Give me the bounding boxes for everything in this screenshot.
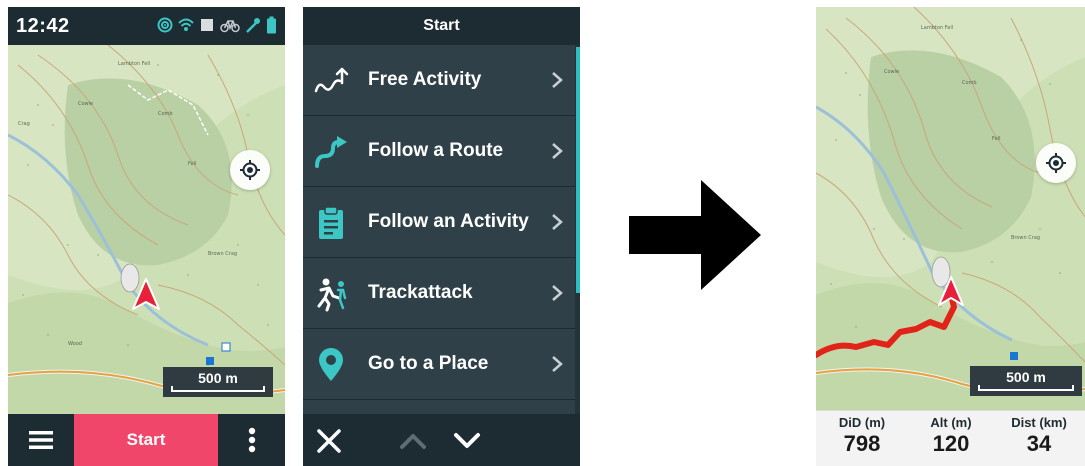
chevron-right-icon [552,356,563,372]
menu-item-go-to-place[interactable]: Go to a Place [303,329,575,400]
data-fields-panel: DiD (m) 798 Alt (m) 120 Dist (km) 34 [816,410,1085,466]
activity-screen: Lambton FellCowieComb FellBrown CragYew … [816,7,1085,466]
topo-map: Lambton FellCowieComb FellBrown CragYew … [816,7,1085,410]
page-title: Start [303,7,580,45]
start-menu-screen: Start Free Activity Follow a Route Follo… [303,7,580,466]
field-value: 120 [932,431,970,456]
menu-item-partial[interactable] [303,400,575,414]
svg-text:Brown Crag: Brown Crag [208,251,237,257]
clipboard-icon [319,206,343,239]
menu-item-label: Trackattack [368,282,473,303]
bike-icon [220,16,240,34]
position-arrow-icon [937,275,965,309]
topo-map: Lambton Fell Cowie Comb Crag Fell Brown Crag… [8,45,285,414]
locate-me-button[interactable] [1036,143,1076,183]
scale-bar: 500 m [163,367,273,397]
scroll-down-button[interactable] [449,426,485,456]
start-menu-list: Free Activity Follow a Route Follow an A… [303,45,580,414]
menu-item-label: Free Activity [368,69,482,90]
chevron-down-icon [454,433,480,448]
menu-item-label: Follow a Route [368,140,504,161]
crosshair-icon [1046,153,1066,173]
chevron-right-icon [552,214,563,230]
field-value: 798 [843,431,881,456]
sensor-icon [245,16,261,34]
hamburger-icon [29,431,53,449]
data-field-dist[interactable]: Dist (km) 34 [999,415,1079,457]
map-screen: 12:42 Lambton Fell Cowie Comb Crag Fell … [8,7,285,466]
svg-text:Brown Crag: Brown Crag [1011,235,1040,241]
svg-text:Fell: Fell [992,136,1000,142]
trackattack-icon [317,278,347,312]
scale-label: 500 m [1006,369,1046,385]
battery-icon [266,16,277,34]
square-icon [199,16,215,34]
svg-text:Fell: Fell [188,161,196,167]
field-label: DiD (m) [838,415,886,430]
close-button[interactable] [311,424,347,458]
scale-label: 500 m [198,370,238,386]
arrow-right-icon [627,180,763,290]
field-label: Dist (km) [1011,415,1067,430]
menu-item-follow-activity[interactable]: Follow an Activity [303,187,575,258]
location-pin-icon [319,348,343,381]
bottom-bar: Start [8,414,285,466]
chevron-right-icon [552,72,563,88]
menu-item-label: Go to a Place [368,353,489,374]
svg-text:Comb: Comb [962,80,977,86]
svg-text:Wood: Wood [68,341,82,347]
free-activity-icon [314,67,349,93]
more-options-button[interactable] [218,414,285,466]
field-label: Alt (m) [930,415,972,430]
position-arrow-icon [131,277,161,313]
scroll-up-button[interactable] [395,426,431,456]
chevron-right-icon [552,143,563,159]
locate-me-button[interactable] [230,150,270,190]
map-view[interactable]: Lambton FellCowieComb FellBrown CragYew … [816,7,1085,410]
scale-bar: 500 m [970,366,1082,396]
svg-text:Lambton Fell: Lambton Fell [118,61,150,67]
svg-text:Cowie: Cowie [78,101,93,107]
bottom-bar [303,414,580,466]
wifi-icon [178,16,194,34]
chevron-right-icon [552,285,563,301]
chevron-up-icon [400,434,426,449]
menu-item-free-activity[interactable]: Free Activity [303,45,575,116]
crosshair-icon [240,160,260,180]
vertical-dots-icon [248,427,255,453]
scrollbar-thumb[interactable] [576,47,580,293]
menu-button[interactable] [8,414,74,466]
route-icon [315,136,347,168]
menu-item-follow-route[interactable]: Follow a Route [303,116,575,187]
start-button[interactable]: Start [74,414,218,466]
map-view[interactable]: Lambton Fell Cowie Comb Crag Fell Brown Crag… [8,45,285,414]
svg-text:Lambton Fell: Lambton Fell [921,25,953,31]
svg-text:Cowie: Cowie [884,69,899,75]
field-value: 34 [1026,431,1052,456]
data-field-did[interactable]: DiD (m) 798 [822,415,902,457]
gps-signal-icon [157,16,173,34]
svg-text:Crag: Crag [18,121,30,127]
svg-text:Comb: Comb [158,111,173,117]
menu-item-label: Follow an Activity [368,211,529,232]
menu-item-trackattack[interactable]: Trackattack [303,258,575,329]
clock: 12:42 [16,15,70,37]
status-bar: 12:42 [8,7,285,45]
close-icon [317,429,341,453]
data-field-alt[interactable]: Alt (m) 120 [911,415,991,457]
